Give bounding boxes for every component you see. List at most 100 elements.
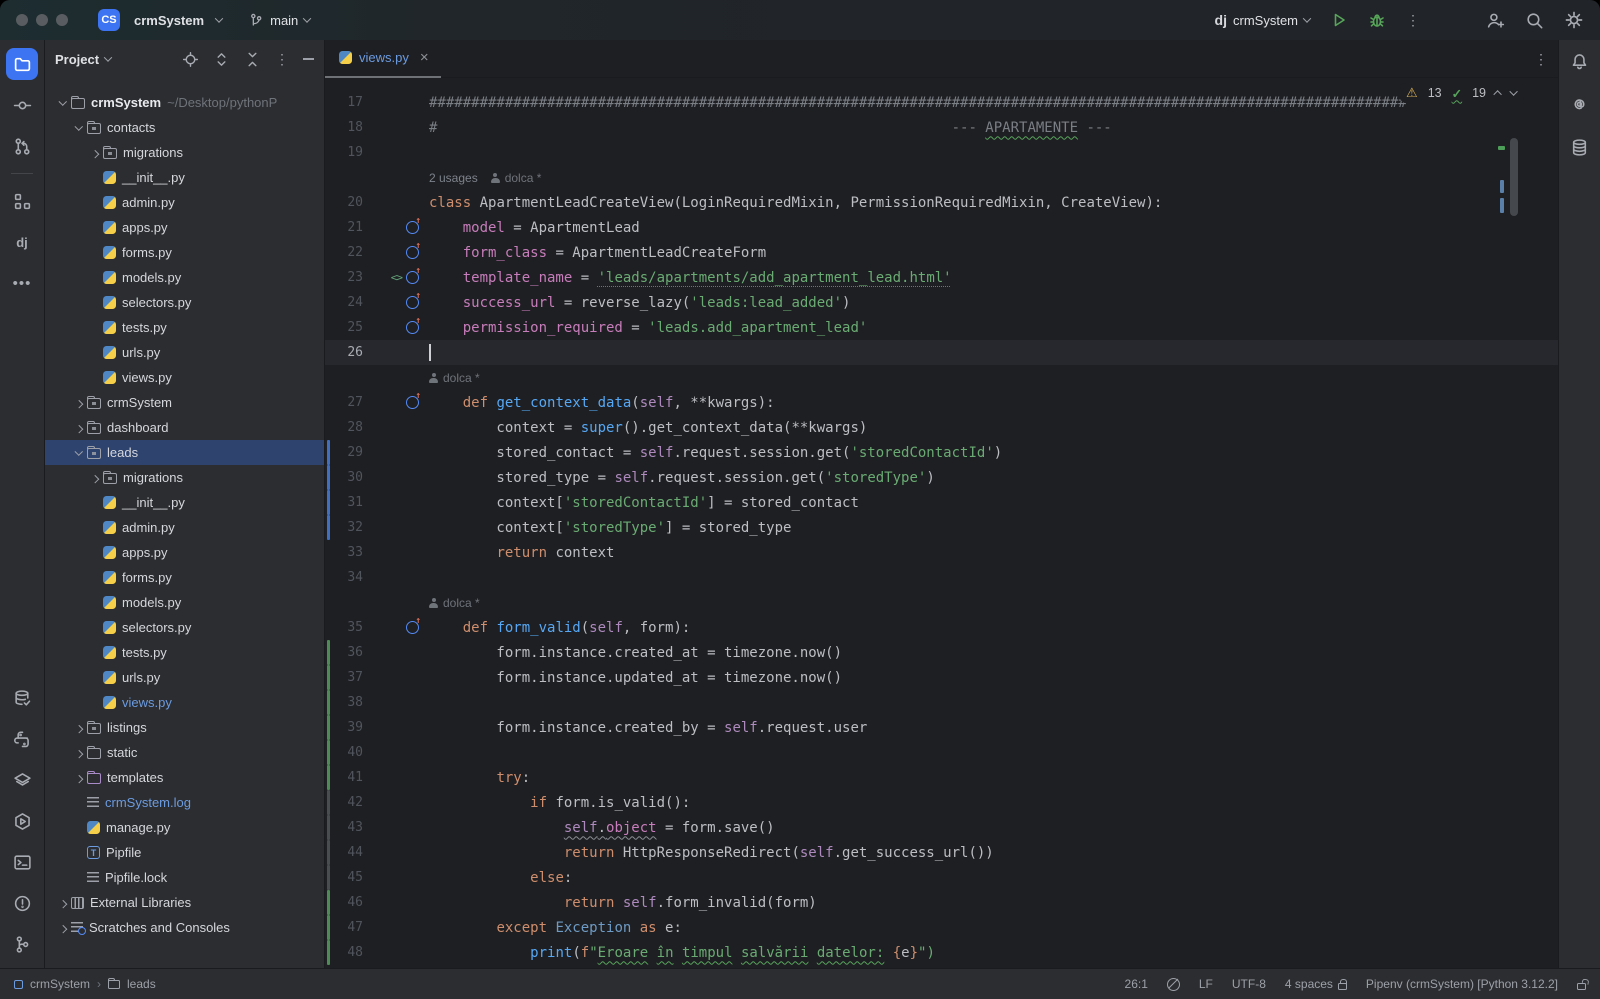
code-line-28[interactable]: 28 context = super().get_context_data(**…: [325, 415, 1558, 440]
line-number[interactable]: 37: [325, 670, 363, 685]
error-stripe-mark[interactable]: [1498, 146, 1505, 150]
tree-item-apps-py[interactable]: apps.py: [45, 540, 324, 565]
code-line-39[interactable]: 39 form.instance.created_by = self.reque…: [325, 715, 1558, 740]
code-line-25[interactable]: 25↑ permission_required = 'leads.add_apa…: [325, 315, 1558, 340]
breadcrumb-project[interactable]: crmSystem: [30, 977, 90, 991]
terminal-tool-button[interactable]: [6, 846, 38, 878]
vcs-change-bar[interactable]: [327, 790, 330, 815]
inlay-hint-row[interactable]: dolca *: [325, 590, 1558, 615]
error-stripe-mark[interactable]: [1500, 198, 1504, 213]
run-button[interactable]: [1330, 11, 1348, 29]
vcs-change-bar[interactable]: [327, 440, 330, 465]
tree-item-listings[interactable]: listings: [45, 715, 324, 740]
breadcrumb[interactable]: crmSystem › leads: [14, 977, 156, 991]
editor-options-menu[interactable]: ⋮: [1534, 54, 1548, 64]
more-tool-windows-button[interactable]: •••: [6, 267, 38, 299]
line-number[interactable]: 33: [325, 545, 363, 560]
code-line-41[interactable]: 41 try:: [325, 765, 1558, 790]
code-line-48[interactable]: 48 print(f"Eroare în timpul salvării dat…: [325, 940, 1558, 965]
line-number[interactable]: 48: [325, 945, 363, 960]
code-line-23[interactable]: 23<>↑ template_name = 'leads/apartments/…: [325, 265, 1558, 290]
code-line-21[interactable]: 21↑ model = ApartmentLead: [325, 215, 1558, 240]
line-separator[interactable]: LF: [1199, 977, 1213, 991]
code-line-34[interactable]: 34: [325, 565, 1558, 590]
tree-item-external-libraries[interactable]: External Libraries: [45, 890, 324, 915]
python-packages-tool-button[interactable]: [6, 723, 38, 755]
code-line-46[interactable]: 46 return self.form_invalid(form): [325, 890, 1558, 915]
run-tool-button[interactable]: [6, 805, 38, 837]
code-line-20[interactable]: 20class ApartmentLeadCreateView(LoginReq…: [325, 190, 1558, 215]
search-icon[interactable]: [1525, 11, 1544, 30]
code-line-29[interactable]: 29 stored_contact = self.request.session…: [325, 440, 1558, 465]
tree-item-static[interactable]: static: [45, 740, 324, 765]
tree-arrow-icon[interactable]: [55, 100, 71, 106]
tree-item-urls-py[interactable]: urls.py: [45, 665, 324, 690]
line-number[interactable]: 27: [325, 395, 363, 410]
code-line-37[interactable]: 37 form.instance.updated_at = timezone.n…: [325, 665, 1558, 690]
tree-arrow-icon[interactable]: [71, 400, 87, 406]
tree-item-tests-py[interactable]: tests.py: [45, 315, 324, 340]
structure-tool-button[interactable]: [6, 185, 38, 217]
tree-item-views-py[interactable]: views.py: [45, 365, 324, 390]
line-number[interactable]: 26: [325, 345, 363, 360]
code-line-30[interactable]: 30 stored_type = self.request.session.ge…: [325, 465, 1558, 490]
pull-requests-tool-button[interactable]: [6, 130, 38, 162]
line-number[interactable]: 32: [325, 520, 363, 535]
tree-arrow-icon[interactable]: [55, 925, 71, 931]
line-number[interactable]: 39: [325, 720, 363, 735]
line-number[interactable]: 20: [325, 195, 363, 210]
tree-arrow-icon[interactable]: [71, 125, 87, 131]
vcs-change-bar[interactable]: [327, 890, 330, 915]
overrides-gutter-icon[interactable]: ↑: [406, 271, 419, 284]
code-line-36[interactable]: 36 form.instance.created_at = timezone.n…: [325, 640, 1558, 665]
tree-arrow-icon[interactable]: [71, 450, 87, 456]
code-line-26[interactable]: 26: [325, 340, 1558, 365]
vcs-change-bar[interactable]: [327, 940, 330, 965]
error-stripe-mark[interactable]: [1500, 180, 1504, 193]
code-line-38[interactable]: 38: [325, 690, 1558, 715]
line-number[interactable]: 25: [325, 320, 363, 335]
file-encoding[interactable]: UTF-8: [1232, 977, 1266, 991]
line-number[interactable]: 43: [325, 820, 363, 835]
line-number[interactable]: 19: [325, 145, 363, 160]
highlighting-level-icon[interactable]: [1167, 978, 1180, 991]
select-opened-file-icon[interactable]: [182, 51, 199, 68]
version-control-tool-button[interactable]: [6, 928, 38, 960]
close-window-button[interactable]: [16, 14, 28, 26]
tree-item-templates[interactable]: templates: [45, 765, 324, 790]
code-line-42[interactable]: 42 if form.is_valid():: [325, 790, 1558, 815]
tree-item-selectors-py[interactable]: selectors.py: [45, 290, 324, 315]
tree-item-admin-py[interactable]: admin.py: [45, 515, 324, 540]
previous-problem-button[interactable]: [1493, 90, 1501, 98]
line-number[interactable]: 44: [325, 845, 363, 860]
code-line-18[interactable]: 18# --- APARTAMENTE ---: [325, 115, 1558, 140]
tree-item-forms-py[interactable]: forms.py: [45, 240, 324, 265]
line-number[interactable]: 31: [325, 495, 363, 510]
overrides-gutter-icon[interactable]: ↑: [406, 221, 419, 234]
tree-item-crmsystem[interactable]: crmSystem: [45, 390, 324, 415]
project-tool-button[interactable]: [6, 48, 38, 80]
vcs-change-bar[interactable]: [327, 640, 330, 665]
code-line-45[interactable]: 45 else:: [325, 865, 1558, 890]
tree-arrow-icon[interactable]: [71, 775, 87, 781]
code-line-31[interactable]: 31 context['storedContactId'] = stored_c…: [325, 490, 1558, 515]
overrides-gutter-icon[interactable]: ↑: [406, 396, 419, 409]
vcs-change-bar[interactable]: [327, 740, 330, 765]
tree-item-contacts[interactable]: contacts: [45, 115, 324, 140]
line-number[interactable]: 30: [325, 470, 363, 485]
services-tool-button[interactable]: [6, 764, 38, 796]
inspections-widget[interactable]: ⚠ 13 ✓ 19: [1400, 83, 1524, 103]
settings-gear-icon[interactable]: [1564, 10, 1584, 30]
tree-item-pipfile-lock[interactable]: Pipfile.lock: [45, 865, 324, 890]
line-number[interactable]: 29: [325, 445, 363, 460]
debug-button[interactable]: [1368, 11, 1386, 29]
code-line-35[interactable]: 35↑ def form_valid(self, form):: [325, 615, 1558, 640]
line-number[interactable]: 38: [325, 695, 363, 710]
editor-scroll-rail[interactable]: [1498, 120, 1518, 340]
code-line-44[interactable]: 44 return HttpResponseRedirect(self.get_…: [325, 840, 1558, 865]
tree-arrow-icon[interactable]: [71, 750, 87, 756]
line-number[interactable]: 45: [325, 870, 363, 885]
inlay-hint-row[interactable]: dolca *: [325, 365, 1558, 390]
code-line-27[interactable]: 27↑ def get_context_data(self, **kwargs)…: [325, 390, 1558, 415]
run-configuration-selector[interactable]: dj crmSystem: [1215, 12, 1310, 28]
